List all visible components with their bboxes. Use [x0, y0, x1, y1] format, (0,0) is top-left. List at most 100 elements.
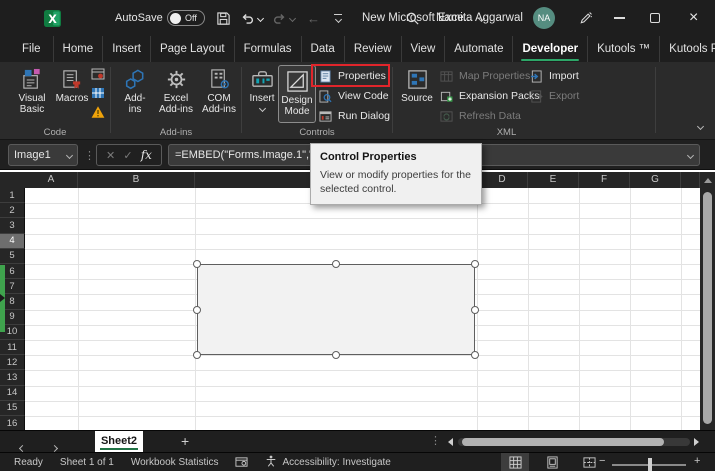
row-header-15[interactable]: 15 — [0, 401, 25, 416]
zoom-in-button[interactable]: + — [694, 455, 700, 467]
tab-kutools-plus[interactable]: Kutools Plus — [660, 36, 715, 62]
maximize-button[interactable] — [650, 0, 660, 36]
resize-handle-top-right[interactable] — [471, 260, 479, 268]
zoom-slider-handle[interactable] — [648, 458, 652, 471]
column-header-D[interactable]: D — [477, 172, 528, 188]
ribbon-group-addins: Add-ins Excel Add-ins COM Add-ins Add-in… — [111, 62, 241, 140]
resize-handle-bottom-middle[interactable] — [332, 351, 340, 359]
resize-handle-top-left[interactable] — [193, 260, 201, 268]
column-header-G[interactable]: G — [630, 172, 681, 188]
tab-view[interactable]: View — [402, 36, 446, 62]
avatar[interactable]: NA — [533, 0, 555, 36]
insert-control-button[interactable]: Insert — [246, 65, 278, 111]
tab-automate[interactable]: Automate — [445, 36, 513, 62]
tab-home[interactable]: Home — [54, 36, 104, 62]
task-pane-edge-handle[interactable] — [0, 265, 5, 332]
macros-button[interactable]: Macros — [54, 65, 90, 104]
relative-references-icon[interactable] — [90, 85, 105, 100]
cells-area[interactable] — [25, 188, 700, 430]
collapse-ribbon-icon[interactable] — [698, 116, 703, 134]
scroll-up-icon[interactable] — [704, 178, 712, 183]
tab-kutools[interactable]: Kutools ™ — [588, 36, 660, 62]
column-header-partial[interactable] — [681, 172, 700, 188]
sheetbar-separator[interactable]: ⋮ — [430, 434, 441, 447]
tab-data[interactable]: Data — [302, 36, 345, 62]
source-button[interactable]: Source — [399, 65, 435, 104]
new-sheet-button[interactable]: + — [181, 433, 189, 449]
display-settings-icon[interactable] — [235, 456, 248, 469]
column-header-E[interactable]: E — [528, 172, 579, 188]
column-header-A[interactable]: A — [25, 172, 78, 188]
properties-button[interactable]: Properties — [318, 66, 390, 86]
workbook-statistics-button[interactable]: Workbook Statistics — [131, 457, 219, 468]
expansion-packs-button[interactable]: Expansion Packs — [439, 86, 540, 106]
addins-button[interactable]: Add-ins — [119, 65, 151, 115]
column-header-F[interactable]: F — [579, 172, 630, 188]
row-header-4[interactable]: 4 — [0, 234, 25, 249]
insert-dropdown-icon[interactable] — [258, 105, 265, 112]
search-icon[interactable] — [405, 0, 420, 36]
sheet-tab-sheet2[interactable]: Sheet2 — [95, 431, 143, 453]
row-header-14[interactable]: 14 — [0, 386, 25, 401]
status-sheet-count: Sheet 1 of 1 — [60, 457, 114, 468]
row-header-13[interactable]: 13 — [0, 370, 25, 385]
gridline-horizontal — [25, 386, 700, 387]
name-box[interactable]: Image1 — [8, 144, 78, 166]
row-header-16[interactable]: 16 — [0, 416, 25, 430]
row-header-3[interactable]: 3 — [0, 218, 25, 233]
tab-review[interactable]: Review — [345, 36, 402, 62]
accessibility-status[interactable]: Accessibility: Investigate — [265, 455, 390, 470]
excel-addins-button[interactable]: Excel Add-ins — [155, 65, 197, 115]
tab-page-layout[interactable]: Page Layout — [151, 36, 235, 62]
run-dialog-button[interactable]: Run Dialog — [318, 106, 390, 126]
embedded-image-control[interactable] — [197, 264, 475, 355]
scroll-right-icon[interactable] — [694, 438, 699, 446]
row-header-1[interactable]: 1 — [0, 188, 25, 203]
name-box-dropdown-icon[interactable] — [66, 151, 73, 158]
macro-security-icon[interactable] — [90, 104, 105, 119]
undo-dropdown-icon[interactable] — [257, 14, 264, 21]
tab-developer[interactable]: Developer — [513, 36, 588, 62]
insert-function-icon[interactable]: fx — [141, 148, 152, 162]
resize-handle-top-middle[interactable] — [332, 260, 340, 268]
row-header-12[interactable]: 12 — [0, 355, 25, 370]
tab-file[interactable]: File — [10, 36, 54, 62]
vertical-scrollbar[interactable] — [700, 172, 715, 430]
resize-handle-middle-right[interactable] — [471, 306, 479, 314]
design-mode-button[interactable]: Design Mode — [278, 65, 316, 123]
user-name[interactable]: Namita Aggarwal — [436, 0, 523, 36]
svg-text:X: X — [48, 12, 57, 25]
tab-insert[interactable]: Insert — [103, 36, 151, 62]
autosave-toggle[interactable]: Off — [167, 0, 205, 36]
view-code-button[interactable]: View Code — [318, 86, 390, 106]
column-header-B[interactable]: B — [78, 172, 195, 188]
minimize-button[interactable] — [614, 0, 625, 36]
worksheet-grid: ABCDEFG 12345678910111213141516 — [0, 170, 715, 430]
visual-basic-button[interactable]: Visual Basic — [12, 65, 52, 115]
normal-view-button[interactable] — [501, 453, 529, 471]
scroll-left-icon[interactable] — [448, 438, 453, 446]
com-addins-button[interactable]: COM Add-ins — [199, 65, 239, 115]
undo-button[interactable] — [240, 0, 263, 36]
macros-icon — [61, 65, 84, 93]
zoom-out-button[interactable]: − — [599, 455, 605, 467]
vertical-scroll-thumb[interactable] — [703, 192, 712, 424]
excel-app-icon[interactable]: X — [44, 0, 61, 36]
resize-handle-middle-left[interactable] — [193, 306, 201, 314]
page-layout-view-button[interactable] — [538, 453, 566, 471]
close-button[interactable]: × — [689, 0, 698, 36]
row-header-2[interactable]: 2 — [0, 203, 25, 218]
horizontal-scroll-thumb[interactable] — [462, 438, 664, 446]
expand-formula-bar-icon[interactable] — [687, 151, 694, 158]
status-bar: Ready Sheet 1 of 1 Workbook Statistics A… — [0, 452, 715, 471]
resize-handle-bottom-right[interactable] — [471, 351, 479, 359]
resize-handle-bottom-left[interactable] — [193, 351, 201, 359]
tab-formulas[interactable]: Formulas — [235, 36, 302, 62]
sheet-tab-label: Sheet2 — [100, 435, 138, 450]
row-header-11[interactable]: 11 — [0, 340, 25, 355]
row-header-5[interactable]: 5 — [0, 249, 25, 264]
save-icon[interactable] — [216, 0, 231, 36]
pen-icon[interactable] — [578, 0, 593, 36]
import-button[interactable]: Import — [529, 66, 579, 86]
record-macro-icon[interactable] — [90, 66, 105, 81]
